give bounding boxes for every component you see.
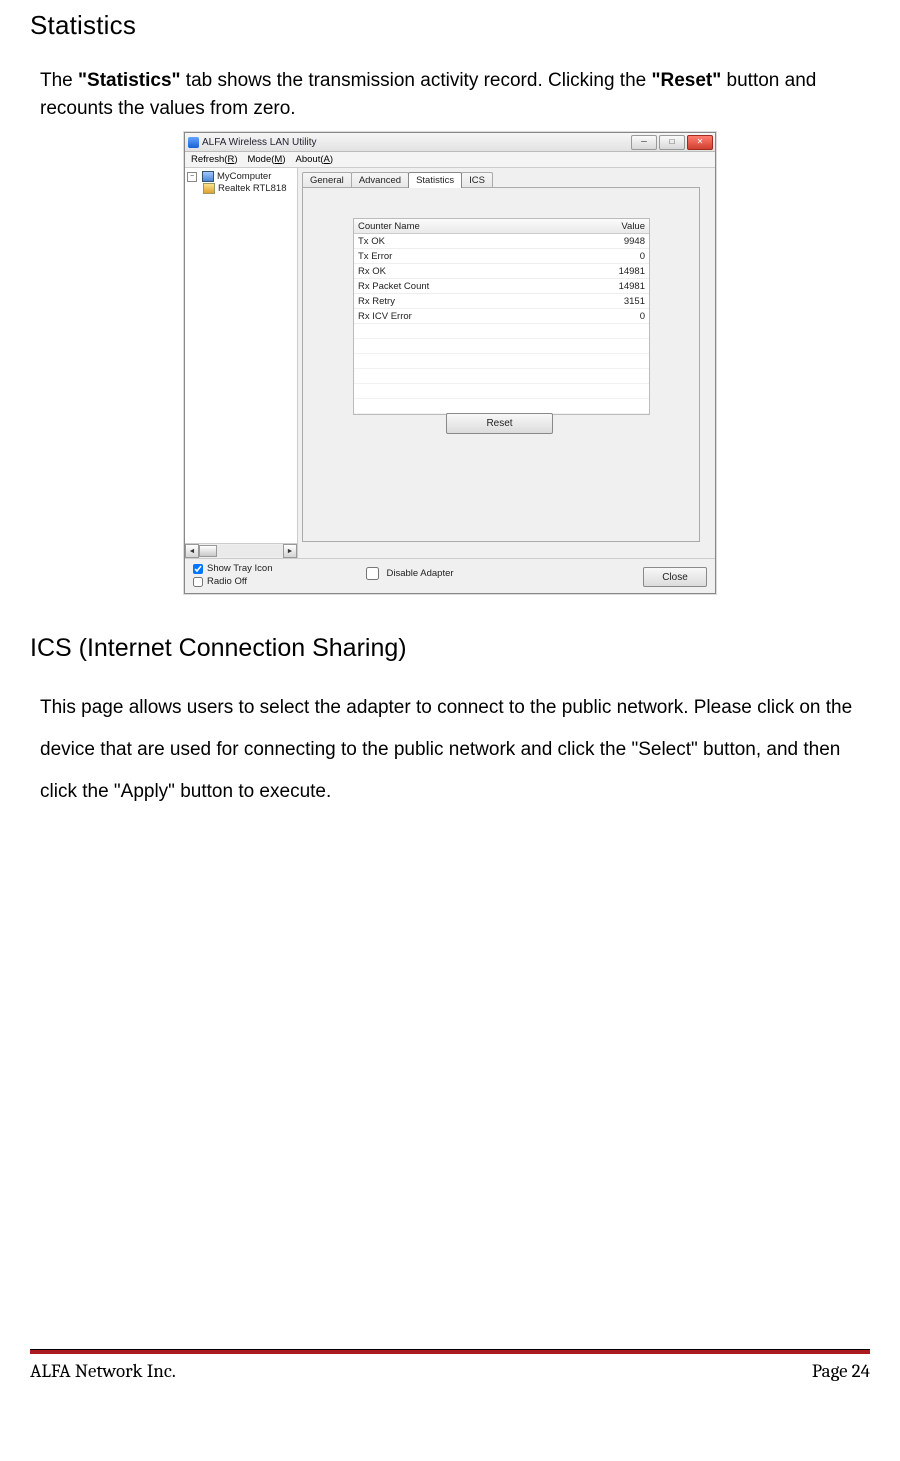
radio-off-label: Radio Off xyxy=(207,576,247,587)
page: Statistics The "Statistics" tab shows th… xyxy=(0,0,900,1400)
show-tray-label: Show Tray Icon xyxy=(207,563,272,574)
sidebar-scrollbar[interactable]: ◄ ► xyxy=(185,543,297,558)
reset-button[interactable]: Reset xyxy=(446,413,553,434)
cell-name: Rx Packet Count xyxy=(354,281,575,292)
tree-root[interactable]: − MyComputer xyxy=(187,171,295,182)
table-row xyxy=(354,384,649,399)
text: The xyxy=(40,70,78,91)
cell-value: 0 xyxy=(575,311,649,322)
text: tab shows the transmission activity reco… xyxy=(181,70,652,91)
heading-statistics: Statistics xyxy=(30,10,870,41)
disable-adapter-checkbox[interactable]: Disable Adapter xyxy=(362,564,453,583)
table-row: Rx OK 14981 xyxy=(354,264,649,279)
menubar: Refresh(R) Mode(M) About(A) xyxy=(185,152,715,168)
sidebar: − MyComputer Realtek RTL818 ◄ ► xyxy=(185,168,298,558)
cell-value: 3151 xyxy=(575,296,649,307)
cell-value: 9948 xyxy=(575,236,649,247)
col-value: Value xyxy=(575,221,649,232)
cell-name: Rx ICV Error xyxy=(354,311,575,322)
maximize-button[interactable]: □ xyxy=(659,135,685,150)
table-row: Rx Packet Count 14981 xyxy=(354,279,649,294)
radio-off-checkbox[interactable]: Radio Off xyxy=(193,576,272,587)
table-row: Tx OK 9948 xyxy=(354,234,649,249)
cell-value: 0 xyxy=(575,251,649,262)
tree-root-label: MyComputer xyxy=(217,171,271,182)
statistics-table: Counter Name Value Tx OK 9948 Tx Error 0 xyxy=(353,218,650,415)
close-button[interactable]: Close xyxy=(643,567,707,587)
cell-name: Tx OK xyxy=(354,236,575,247)
table-row: Tx Error 0 xyxy=(354,249,649,264)
titlebar[interactable]: ALFA Wireless LAN Utility ─ □ ✕ xyxy=(185,133,715,152)
close-window-button[interactable]: ✕ xyxy=(687,135,713,150)
cell-name: Rx OK xyxy=(354,266,575,277)
tab-strip: General Advanced Statistics ICS xyxy=(302,172,709,188)
computer-icon xyxy=(202,171,214,182)
menu-mode[interactable]: Mode(M) xyxy=(247,154,285,165)
page-footer: ALFA Network Inc. Page 24 xyxy=(30,1349,870,1382)
cell-value: 14981 xyxy=(575,266,649,277)
radio-off-input[interactable] xyxy=(193,577,203,587)
tree-adapter[interactable]: Realtek RTL818 xyxy=(203,183,295,194)
scroll-left-icon[interactable]: ◄ xyxy=(185,544,199,558)
bottom-bar: Show Tray Icon Radio Off Disable Adapter… xyxy=(185,558,715,593)
window-buttons: ─ □ ✕ xyxy=(631,135,713,150)
cell-name: Tx Error xyxy=(354,251,575,262)
tab-statistics[interactable]: Statistics xyxy=(408,172,462,188)
menu-about[interactable]: About(A) xyxy=(296,154,334,165)
tab-body: Counter Name Value Tx OK 9948 Tx Error 0 xyxy=(302,187,700,542)
tree-adapter-label: Realtek RTL818 xyxy=(218,183,286,194)
scroll-right-icon[interactable]: ► xyxy=(283,544,297,558)
footer-line: ALFA Network Inc. Page 24 xyxy=(30,1360,870,1382)
client-area: − MyComputer Realtek RTL818 ◄ ► xyxy=(185,168,715,558)
show-tray-input[interactable] xyxy=(193,564,203,574)
heading-ics: ICS (Internet Connection Sharing) xyxy=(30,634,870,663)
scroll-track[interactable] xyxy=(199,545,283,557)
minimize-button[interactable]: ─ xyxy=(631,135,657,150)
intro-paragraph: The "Statistics" tab shows the transmiss… xyxy=(40,67,870,122)
table-row xyxy=(354,399,649,414)
window-title: ALFA Wireless LAN Utility xyxy=(202,137,631,148)
adapter-icon xyxy=(203,183,215,194)
table-row xyxy=(354,324,649,339)
footer-left: ALFA Network Inc. xyxy=(30,1360,176,1382)
cell-name: Rx Retry xyxy=(354,296,575,307)
table-row xyxy=(354,369,649,384)
col-counter-name: Counter Name xyxy=(354,221,575,232)
disable-adapter-label: Disable Adapter xyxy=(386,568,453,579)
app-window: ALFA Wireless LAN Utility ─ □ ✕ Refresh(… xyxy=(184,132,716,594)
cell-value: 14981 xyxy=(575,281,649,292)
tab-general[interactable]: General xyxy=(302,172,352,188)
bold-reset: "Reset" xyxy=(652,70,722,91)
scroll-thumb[interactable] xyxy=(199,545,217,557)
table-row: Rx ICV Error 0 xyxy=(354,309,649,324)
table-row xyxy=(354,339,649,354)
checkbox-column: Show Tray Icon Radio Off xyxy=(193,563,272,587)
tree-expander-icon[interactable]: − xyxy=(187,172,197,182)
footer-right: Page 24 xyxy=(812,1360,870,1382)
table-header: Counter Name Value xyxy=(354,219,649,234)
bold-statistics: "Statistics" xyxy=(78,70,181,91)
tab-advanced[interactable]: Advanced xyxy=(351,172,409,188)
menu-refresh[interactable]: Refresh(R) xyxy=(191,154,237,165)
disable-adapter-input[interactable] xyxy=(366,567,379,580)
tab-ics[interactable]: ICS xyxy=(461,172,493,188)
footer-bar xyxy=(30,1349,870,1354)
app-icon xyxy=(188,137,199,148)
table-row: Rx Retry 3151 xyxy=(354,294,649,309)
main-panel: General Advanced Statistics ICS Counter … xyxy=(298,168,715,558)
device-tree: − MyComputer Realtek RTL818 xyxy=(185,168,297,543)
table-row xyxy=(354,354,649,369)
show-tray-checkbox[interactable]: Show Tray Icon xyxy=(193,563,272,574)
ics-paragraph: This page allows users to select the ada… xyxy=(40,687,870,812)
